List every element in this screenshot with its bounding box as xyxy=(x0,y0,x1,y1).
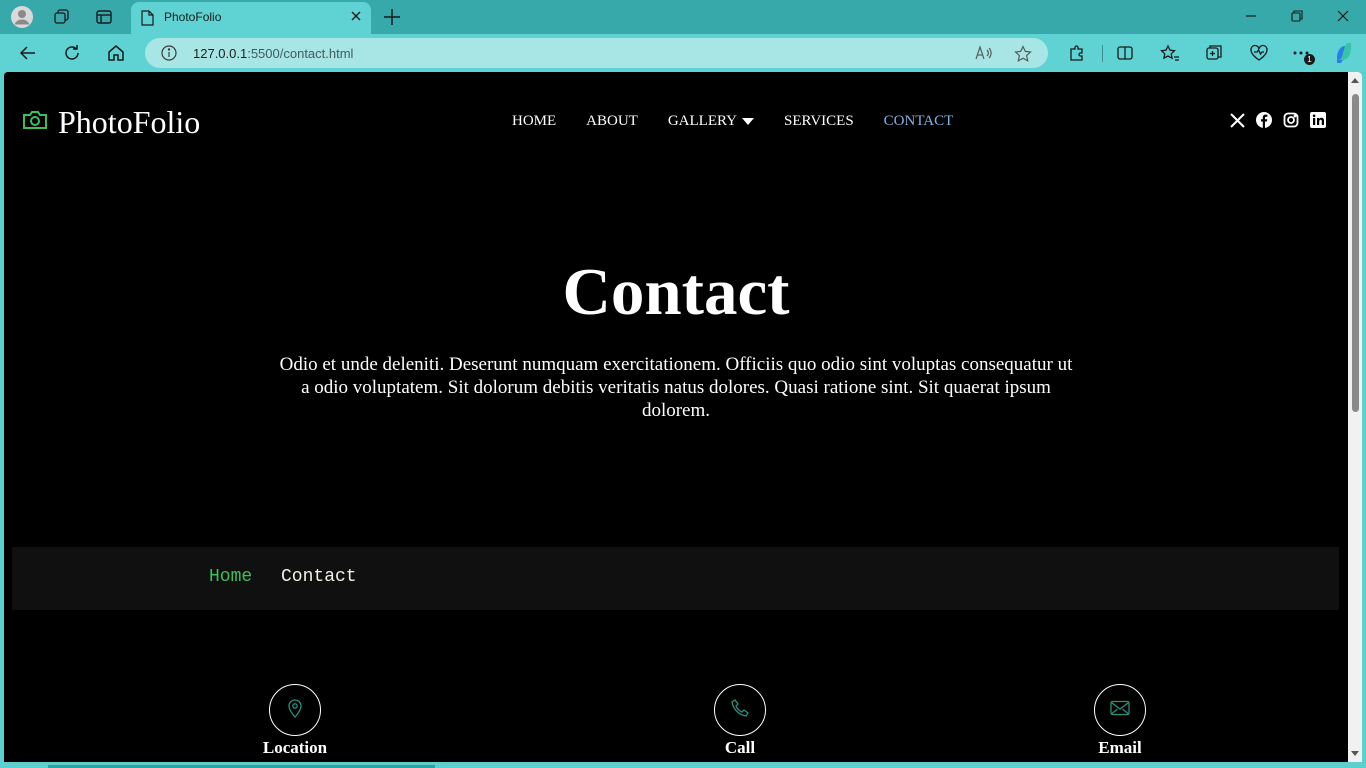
camera-icon xyxy=(22,109,48,136)
scroll-up-arrow-icon[interactable] xyxy=(1351,78,1359,83)
tab-strip: PhotoFolio xyxy=(0,0,1366,34)
call-card: Call xyxy=(670,684,810,758)
caret-down-icon xyxy=(742,118,755,125)
tab-title: PhotoFolio xyxy=(164,10,222,24)
url-host: 127.0.0.1 xyxy=(193,46,248,61)
email-label: Email xyxy=(1098,738,1142,757)
page-icon xyxy=(140,10,154,31)
copilot-icon[interactable] xyxy=(1332,41,1356,65)
scrollbar-thumb[interactable] xyxy=(1352,94,1359,412)
nav-services[interactable]: SERVICES xyxy=(784,113,854,130)
x-icon[interactable] xyxy=(1229,112,1245,128)
close-tab-icon[interactable] xyxy=(349,9,363,28)
breadcrumb: Home Contact xyxy=(12,547,1339,610)
site-info-icon[interactable] xyxy=(161,45,177,66)
favorites-icon[interactable] xyxy=(1158,41,1182,65)
nav-contact[interactable]: CONTACT xyxy=(884,113,954,130)
read-aloud-icon[interactable] xyxy=(975,45,993,66)
refresh-icon[interactable] xyxy=(60,41,84,65)
page-scrollbar[interactable] xyxy=(1348,72,1362,762)
url-path: :5500/contact.html xyxy=(247,46,354,61)
tab-actions-icon[interactable] xyxy=(92,5,116,29)
browser-essentials-icon[interactable] xyxy=(1247,41,1271,65)
location-icon-circle xyxy=(269,684,321,736)
toolbar-divider xyxy=(1102,45,1103,62)
url-text[interactable]: 127.0.0.1:5500/contact.html xyxy=(193,46,353,61)
scroll-down-arrow-icon[interactable] xyxy=(1351,751,1359,756)
breadcrumb-current: Contact xyxy=(281,567,357,587)
extensions-icon[interactable] xyxy=(1065,41,1089,65)
back-icon[interactable] xyxy=(16,41,40,65)
new-tab-icon[interactable] xyxy=(381,6,403,33)
nav-gallery[interactable]: GALLERY xyxy=(667,113,755,130)
facebook-icon[interactable] xyxy=(1256,112,1272,128)
map-pin-icon xyxy=(287,698,303,723)
minimize-icon[interactable] xyxy=(1241,6,1261,26)
home-icon[interactable] xyxy=(104,41,128,65)
logo-text: PhotoFolio xyxy=(58,104,201,140)
breadcrumb-home-link[interactable]: Home xyxy=(209,567,252,587)
email-icon-circle xyxy=(1094,684,1146,736)
split-screen-icon[interactable] xyxy=(1113,41,1137,65)
phone-icon xyxy=(730,698,750,723)
location-card: Location xyxy=(225,684,365,758)
page-title: Contact xyxy=(562,255,790,329)
nav-about[interactable]: ABOUT xyxy=(586,113,638,130)
hero-description: Odio et unde deleniti. Deserunt numquam … xyxy=(279,354,1073,421)
browser-tab-active[interactable]: PhotoFolio xyxy=(131,2,371,34)
profile-avatar-icon[interactable] xyxy=(10,5,34,29)
workspaces-icon[interactable] xyxy=(50,5,74,29)
site-logo[interactable]: PhotoFolio xyxy=(22,104,200,141)
linkedin-icon[interactable] xyxy=(1310,112,1326,128)
restore-icon[interactable] xyxy=(1287,6,1307,26)
nav-home[interactable]: HOME xyxy=(512,113,556,130)
instagram-icon[interactable] xyxy=(1283,112,1299,128)
call-icon-circle xyxy=(714,684,766,736)
notification-badge: 1 xyxy=(1304,54,1315,65)
address-bar[interactable]: 127.0.0.1:5500/contact.html xyxy=(145,38,1048,68)
favorite-star-icon[interactable] xyxy=(1014,45,1032,68)
location-label: Location xyxy=(262,738,328,757)
browser-toolbar: 127.0.0.1:5500/contact.html 1 xyxy=(0,34,1366,72)
page-viewport: PhotoFolio HOME ABOUT GALLERY SERVICES C… xyxy=(4,72,1362,762)
site-header: PhotoFolio HOME ABOUT GALLERY SERVICES C… xyxy=(4,72,1348,172)
close-window-icon[interactable] xyxy=(1333,6,1353,26)
email-card: Email xyxy=(1050,684,1190,758)
social-links xyxy=(1229,112,1337,128)
nav-gallery-label: GALLERY xyxy=(667,113,738,129)
call-label: Call xyxy=(724,738,756,757)
envelope-icon xyxy=(1110,700,1130,721)
main-nav: HOME ABOUT GALLERY SERVICES CONTACT xyxy=(512,113,983,130)
collections-icon[interactable] xyxy=(1202,41,1226,65)
